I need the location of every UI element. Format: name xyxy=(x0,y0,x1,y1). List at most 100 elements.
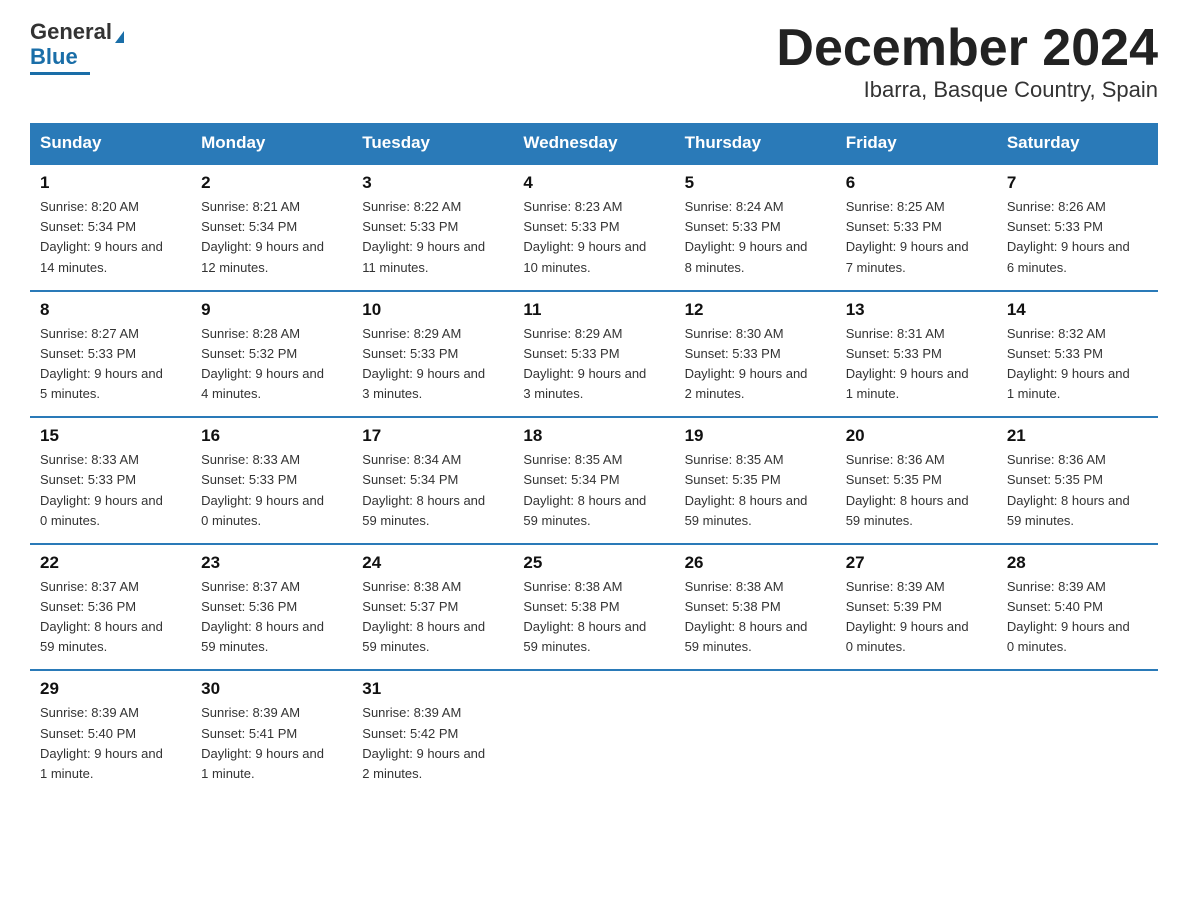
calendar-cell: 26 Sunrise: 8:38 AM Sunset: 5:38 PM Dayl… xyxy=(675,544,836,671)
day-info: Sunrise: 8:33 AM Sunset: 5:33 PM Dayligh… xyxy=(201,450,342,531)
calendar-cell: 31 Sunrise: 8:39 AM Sunset: 5:42 PM Dayl… xyxy=(352,670,513,796)
day-number: 18 xyxy=(523,426,664,446)
col-header-saturday: Saturday xyxy=(997,123,1158,164)
col-header-tuesday: Tuesday xyxy=(352,123,513,164)
calendar-cell: 12 Sunrise: 8:30 AM Sunset: 5:33 PM Dayl… xyxy=(675,291,836,418)
day-number: 19 xyxy=(685,426,826,446)
day-info: Sunrise: 8:36 AM Sunset: 5:35 PM Dayligh… xyxy=(846,450,987,531)
calendar-cell: 16 Sunrise: 8:33 AM Sunset: 5:33 PM Dayl… xyxy=(191,417,352,544)
calendar-cell: 30 Sunrise: 8:39 AM Sunset: 5:41 PM Dayl… xyxy=(191,670,352,796)
logo-blue-text: Blue xyxy=(30,45,78,69)
col-header-monday: Monday xyxy=(191,123,352,164)
day-info: Sunrise: 8:29 AM Sunset: 5:33 PM Dayligh… xyxy=(362,324,503,405)
logo-underline xyxy=(30,72,90,75)
day-number: 8 xyxy=(40,300,181,320)
day-number: 24 xyxy=(362,553,503,573)
calendar-cell: 14 Sunrise: 8:32 AM Sunset: 5:33 PM Dayl… xyxy=(997,291,1158,418)
day-number: 25 xyxy=(523,553,664,573)
calendar-cell: 22 Sunrise: 8:37 AM Sunset: 5:36 PM Dayl… xyxy=(30,544,191,671)
day-info: Sunrise: 8:37 AM Sunset: 5:36 PM Dayligh… xyxy=(201,577,342,658)
day-info: Sunrise: 8:39 AM Sunset: 5:41 PM Dayligh… xyxy=(201,703,342,784)
day-info: Sunrise: 8:26 AM Sunset: 5:33 PM Dayligh… xyxy=(1007,197,1148,278)
day-info: Sunrise: 8:35 AM Sunset: 5:34 PM Dayligh… xyxy=(523,450,664,531)
day-info: Sunrise: 8:39 AM Sunset: 5:40 PM Dayligh… xyxy=(1007,577,1148,658)
calendar-week-row: 29 Sunrise: 8:39 AM Sunset: 5:40 PM Dayl… xyxy=(30,670,1158,796)
page-header: General Blue December 2024 Ibarra, Basqu… xyxy=(30,20,1158,103)
day-number: 22 xyxy=(40,553,181,573)
day-info: Sunrise: 8:38 AM Sunset: 5:38 PM Dayligh… xyxy=(523,577,664,658)
day-info: Sunrise: 8:30 AM Sunset: 5:33 PM Dayligh… xyxy=(685,324,826,405)
col-header-sunday: Sunday xyxy=(30,123,191,164)
calendar-cell: 3 Sunrise: 8:22 AM Sunset: 5:33 PM Dayli… xyxy=(352,164,513,291)
day-info: Sunrise: 8:34 AM Sunset: 5:34 PM Dayligh… xyxy=(362,450,503,531)
day-number: 31 xyxy=(362,679,503,699)
day-info: Sunrise: 8:31 AM Sunset: 5:33 PM Dayligh… xyxy=(846,324,987,405)
day-info: Sunrise: 8:27 AM Sunset: 5:33 PM Dayligh… xyxy=(40,324,181,405)
day-number: 15 xyxy=(40,426,181,446)
day-number: 23 xyxy=(201,553,342,573)
day-number: 16 xyxy=(201,426,342,446)
day-info: Sunrise: 8:21 AM Sunset: 5:34 PM Dayligh… xyxy=(201,197,342,278)
day-number: 28 xyxy=(1007,553,1148,573)
day-info: Sunrise: 8:37 AM Sunset: 5:36 PM Dayligh… xyxy=(40,577,181,658)
day-number: 10 xyxy=(362,300,503,320)
calendar-cell: 27 Sunrise: 8:39 AM Sunset: 5:39 PM Dayl… xyxy=(836,544,997,671)
day-number: 26 xyxy=(685,553,826,573)
day-info: Sunrise: 8:38 AM Sunset: 5:37 PM Dayligh… xyxy=(362,577,503,658)
calendar-cell xyxy=(997,670,1158,796)
title-block: December 2024 Ibarra, Basque Country, Sp… xyxy=(776,20,1158,103)
day-info: Sunrise: 8:20 AM Sunset: 5:34 PM Dayligh… xyxy=(40,197,181,278)
day-number: 2 xyxy=(201,173,342,193)
calendar-cell: 28 Sunrise: 8:39 AM Sunset: 5:40 PM Dayl… xyxy=(997,544,1158,671)
calendar-week-row: 1 Sunrise: 8:20 AM Sunset: 5:34 PM Dayli… xyxy=(30,164,1158,291)
calendar-cell xyxy=(836,670,997,796)
calendar-cell: 13 Sunrise: 8:31 AM Sunset: 5:33 PM Dayl… xyxy=(836,291,997,418)
day-number: 20 xyxy=(846,426,987,446)
col-header-friday: Friday xyxy=(836,123,997,164)
page-subtitle: Ibarra, Basque Country, Spain xyxy=(776,77,1158,103)
day-info: Sunrise: 8:25 AM Sunset: 5:33 PM Dayligh… xyxy=(846,197,987,278)
calendar-cell: 10 Sunrise: 8:29 AM Sunset: 5:33 PM Dayl… xyxy=(352,291,513,418)
logo-text: General xyxy=(30,20,124,44)
calendar-cell: 9 Sunrise: 8:28 AM Sunset: 5:32 PM Dayli… xyxy=(191,291,352,418)
day-number: 11 xyxy=(523,300,664,320)
day-info: Sunrise: 8:23 AM Sunset: 5:33 PM Dayligh… xyxy=(523,197,664,278)
calendar-cell: 17 Sunrise: 8:34 AM Sunset: 5:34 PM Dayl… xyxy=(352,417,513,544)
calendar-cell xyxy=(513,670,674,796)
calendar-cell: 2 Sunrise: 8:21 AM Sunset: 5:34 PM Dayli… xyxy=(191,164,352,291)
calendar-cell: 20 Sunrise: 8:36 AM Sunset: 5:35 PM Dayl… xyxy=(836,417,997,544)
calendar-cell: 24 Sunrise: 8:38 AM Sunset: 5:37 PM Dayl… xyxy=(352,544,513,671)
day-number: 27 xyxy=(846,553,987,573)
calendar-table: SundayMondayTuesdayWednesdayThursdayFrid… xyxy=(30,123,1158,796)
day-number: 5 xyxy=(685,173,826,193)
calendar-cell: 15 Sunrise: 8:33 AM Sunset: 5:33 PM Dayl… xyxy=(30,417,191,544)
day-number: 1 xyxy=(40,173,181,193)
page-title: December 2024 xyxy=(776,20,1158,77)
calendar-cell: 29 Sunrise: 8:39 AM Sunset: 5:40 PM Dayl… xyxy=(30,670,191,796)
day-info: Sunrise: 8:24 AM Sunset: 5:33 PM Dayligh… xyxy=(685,197,826,278)
calendar-cell: 8 Sunrise: 8:27 AM Sunset: 5:33 PM Dayli… xyxy=(30,291,191,418)
day-number: 21 xyxy=(1007,426,1148,446)
day-number: 3 xyxy=(362,173,503,193)
day-info: Sunrise: 8:35 AM Sunset: 5:35 PM Dayligh… xyxy=(685,450,826,531)
day-info: Sunrise: 8:39 AM Sunset: 5:39 PM Dayligh… xyxy=(846,577,987,658)
day-number: 9 xyxy=(201,300,342,320)
day-info: Sunrise: 8:33 AM Sunset: 5:33 PM Dayligh… xyxy=(40,450,181,531)
calendar-header-row: SundayMondayTuesdayWednesdayThursdayFrid… xyxy=(30,123,1158,164)
calendar-cell: 1 Sunrise: 8:20 AM Sunset: 5:34 PM Dayli… xyxy=(30,164,191,291)
day-number: 7 xyxy=(1007,173,1148,193)
col-header-thursday: Thursday xyxy=(675,123,836,164)
calendar-cell: 4 Sunrise: 8:23 AM Sunset: 5:33 PM Dayli… xyxy=(513,164,674,291)
calendar-cell: 19 Sunrise: 8:35 AM Sunset: 5:35 PM Dayl… xyxy=(675,417,836,544)
day-number: 12 xyxy=(685,300,826,320)
col-header-wednesday: Wednesday xyxy=(513,123,674,164)
calendar-cell: 7 Sunrise: 8:26 AM Sunset: 5:33 PM Dayli… xyxy=(997,164,1158,291)
day-info: Sunrise: 8:38 AM Sunset: 5:38 PM Dayligh… xyxy=(685,577,826,658)
day-number: 14 xyxy=(1007,300,1148,320)
calendar-cell: 18 Sunrise: 8:35 AM Sunset: 5:34 PM Dayl… xyxy=(513,417,674,544)
day-info: Sunrise: 8:28 AM Sunset: 5:32 PM Dayligh… xyxy=(201,324,342,405)
day-info: Sunrise: 8:39 AM Sunset: 5:40 PM Dayligh… xyxy=(40,703,181,784)
day-info: Sunrise: 8:29 AM Sunset: 5:33 PM Dayligh… xyxy=(523,324,664,405)
calendar-cell xyxy=(675,670,836,796)
day-number: 6 xyxy=(846,173,987,193)
